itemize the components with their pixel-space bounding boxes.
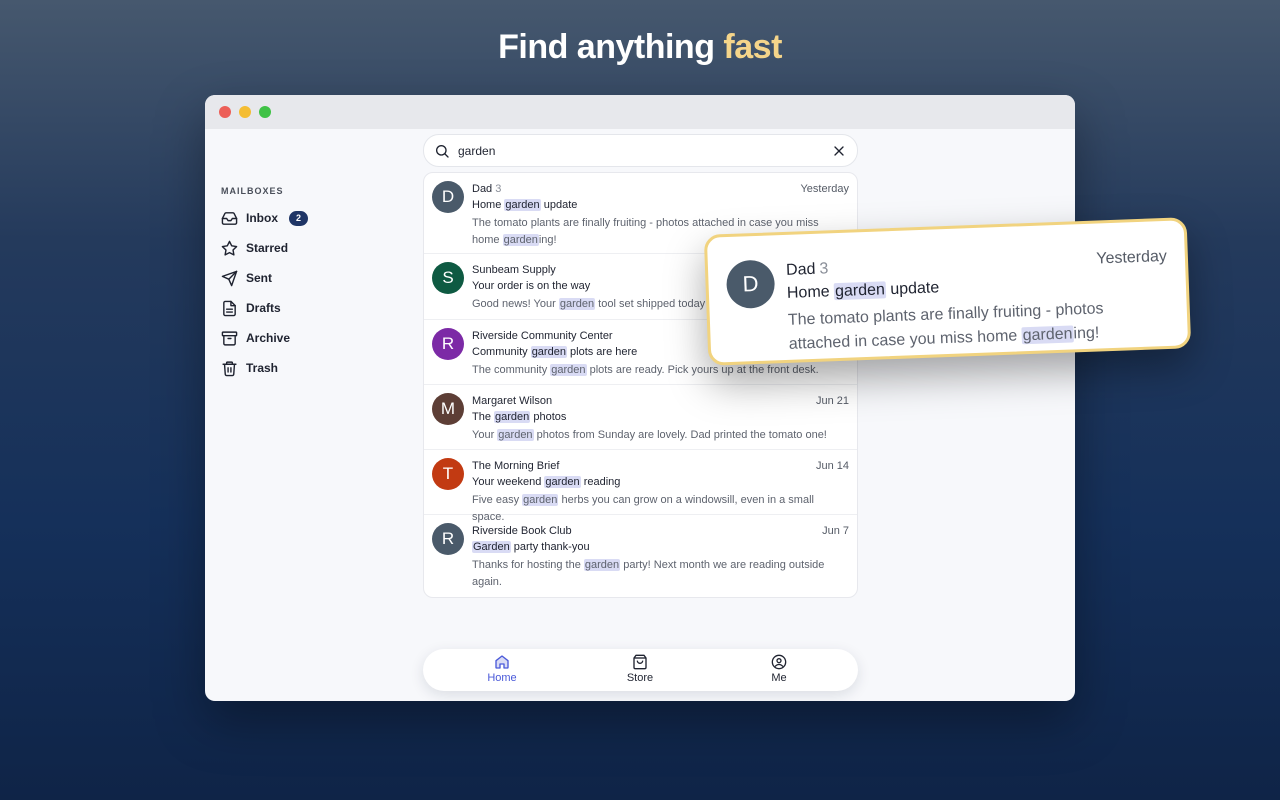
search-highlight: garden <box>530 346 567 358</box>
message-subject: Your weekend garden reading <box>472 476 621 488</box>
zoomed-message-callout: D Dad 3 Yesterday Home garden update The … <box>703 217 1192 366</box>
message-preview: Thanks for hosting the garden party! Nex… <box>472 559 825 588</box>
inbox-icon <box>221 211 238 225</box>
message-date: Yesterday <box>1096 247 1168 268</box>
message-sender: Riverside Book Club <box>472 525 575 537</box>
search-highlight: garden <box>583 559 621 571</box>
search-highlight: garden <box>504 199 541 211</box>
search-input[interactable] <box>458 143 831 158</box>
sidebar-item-inbox[interactable]: Inbox 2 <box>221 207 309 229</box>
tab-home[interactable]: Home <box>462 654 542 684</box>
sender-name: Margaret Wilson <box>472 395 553 407</box>
search-highlight: garden <box>497 429 534 441</box>
search-highlight: garden <box>544 476 581 488</box>
avatar: D <box>725 259 776 310</box>
search-icon <box>436 144 449 158</box>
headline-accent: fast <box>723 28 782 66</box>
sidebar-item-trash[interactable]: Trash <box>221 357 278 379</box>
message-row[interactable]: R Riverside Book Club Jun 7 Garden party th… <box>424 515 857 597</box>
tab-me[interactable]: Me <box>739 654 819 684</box>
avatar: T <box>432 458 464 490</box>
home-icon <box>495 655 509 669</box>
search-highlight: garden <box>522 494 559 506</box>
message-preview: The tomato plants are finally fruiting -… <box>787 300 1104 353</box>
inbox-unread-badge: 2 <box>289 210 309 226</box>
tab-store[interactable]: Store <box>600 654 680 684</box>
avatar: M <box>432 393 464 425</box>
tab-label: Me <box>771 672 787 684</box>
minimize-window-button[interactable] <box>239 106 251 118</box>
headline-text: Find anything <box>498 28 724 66</box>
sender-name: Sunbeam Supply <box>472 264 556 276</box>
sidebar-item-sent[interactable]: Sent <box>221 267 272 289</box>
close-window-button[interactable] <box>219 106 231 118</box>
user-circle-icon <box>771 654 787 670</box>
message-subject: Garden party thank-you <box>472 541 590 553</box>
tab-bar: Home Store Me <box>423 649 858 691</box>
message-date: Jun 21 <box>815 395 849 407</box>
sidebar-item-label: Inbox <box>246 211 278 225</box>
sidebar-heading: MAILBOXES <box>221 186 284 196</box>
search-bar <box>423 134 858 167</box>
app-window: MAILBOXES Inbox 2 Starred Sent Drafts Ar… <box>205 95 1075 701</box>
avatar: D <box>432 181 464 213</box>
bag-icon <box>633 654 647 670</box>
message-sender: Sunbeam Supply <box>472 264 559 276</box>
sender-name: Riverside Community Center <box>472 330 613 342</box>
title-bar <box>205 95 1075 129</box>
message-preview: The community garden plots are ready. Pi… <box>472 364 819 376</box>
message-sender: Dad 3 <box>786 260 829 280</box>
sender-name: Riverside Book Club <box>472 525 572 537</box>
message-subject: Community garden plots are here <box>472 346 638 358</box>
send-icon <box>221 270 238 286</box>
thread-count: 3 <box>495 183 502 195</box>
zoom-window-button[interactable] <box>259 106 271 118</box>
sidebar-item-label: Starred <box>246 241 289 255</box>
search-highlight: garden <box>1021 325 1074 345</box>
sidebar-item-label: Sent <box>246 271 273 285</box>
message-subject: Your order is on the way <box>472 280 591 292</box>
message-sender: Margaret Wilson <box>472 395 555 407</box>
avatar: S <box>432 262 464 294</box>
sidebar-item-label: Trash <box>246 361 279 375</box>
search-highlight: garden <box>494 411 531 423</box>
search-highlight: Garden <box>472 541 511 553</box>
tab-label: Home <box>487 672 517 684</box>
message-date: Yesterday <box>800 183 849 195</box>
message-preview: Your garden photos from Sunday are lovel… <box>472 429 827 441</box>
sidebar-item-label: Drafts <box>246 301 281 315</box>
search-highlight: garden <box>502 233 539 246</box>
search-highlight: garden <box>550 364 587 376</box>
message-row[interactable]: T The Morning Brief Jun 14 Your weekend gar… <box>424 450 857 523</box>
avatar: R <box>432 328 464 360</box>
archive-icon <box>221 330 238 346</box>
sender-name: The Morning Brief <box>472 460 560 472</box>
message-date: Jun 7 <box>822 525 849 537</box>
message-sender: Riverside Community Center <box>472 330 616 342</box>
message-date: Jun 14 <box>815 460 849 472</box>
sidebar-item-starred[interactable]: Starred <box>221 237 288 259</box>
search-highlight: garden <box>833 281 887 301</box>
message-subject: The garden photos <box>472 411 567 423</box>
message-sender: Dad 3 <box>472 183 501 195</box>
message-row[interactable]: M Margaret Wilson Jun 21 The garden photos Y… <box>424 385 857 450</box>
avatar: R <box>432 523 464 555</box>
thread-count: 3 <box>819 260 829 278</box>
headline: Find anything fast <box>0 28 1280 67</box>
close-icon[interactable] <box>831 143 847 159</box>
document-icon <box>223 300 236 316</box>
sender-name: Dad <box>785 260 816 279</box>
message-sender: The Morning Brief <box>472 460 562 472</box>
search-highlight: garden <box>558 298 596 310</box>
tab-label: Store <box>626 672 654 684</box>
trash-icon <box>222 360 237 376</box>
message-subject: Home garden update <box>786 279 940 302</box>
sidebar-item-label: Archive <box>246 331 291 345</box>
sender-name: Dad <box>472 183 493 195</box>
sidebar: MAILBOXES Inbox 2 Starred Sent Drafts Ar… <box>205 129 405 701</box>
star-icon <box>221 240 238 256</box>
sidebar-item-archive[interactable]: Archive <box>221 327 290 349</box>
message-subject: Home garden update <box>472 199 578 211</box>
sidebar-item-drafts[interactable]: Drafts <box>221 297 281 319</box>
